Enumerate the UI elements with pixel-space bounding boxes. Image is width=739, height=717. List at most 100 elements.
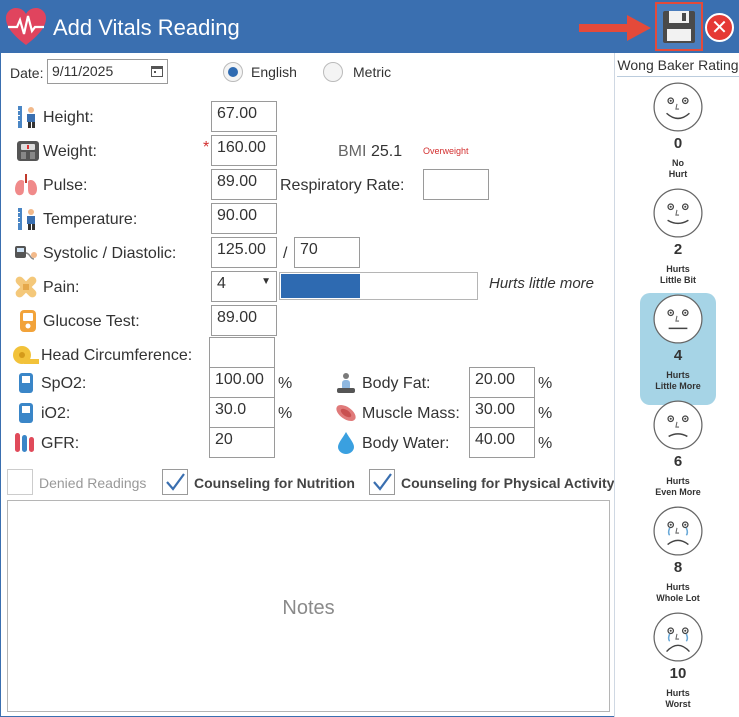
thermometer-person-icon: [18, 208, 35, 230]
check-icon: [166, 473, 185, 491]
height-field[interactable]: 67.00: [211, 101, 277, 132]
tape-measure-icon: [13, 346, 39, 364]
wong-baker-panel: Wong Baker Rating 0 No Hurt 2 Hurts Little …: [614, 53, 739, 717]
face-8-icon: [653, 506, 703, 556]
chevron-down-icon: ▼: [261, 276, 271, 287]
face-value: 2: [673, 241, 683, 258]
scale-icon: [17, 141, 39, 161]
english-radio[interactable]: [223, 62, 243, 82]
denied-readings-checkbox[interactable]: [7, 469, 33, 495]
required-marker: *: [203, 139, 210, 156]
person-measure-icon: [18, 106, 35, 128]
pain-description: Hurts little more: [489, 275, 595, 292]
close-icon: ✕: [711, 17, 728, 39]
english-label: English: [251, 64, 297, 80]
notes-textarea[interactable]: Notes: [7, 500, 610, 712]
face-value: 4: [673, 347, 683, 364]
physical-activity-label: Counseling for Physical Activity: [401, 475, 615, 491]
metric-radio[interactable]: [323, 62, 343, 82]
bmi-label: BMI: [338, 143, 367, 160]
face-value: 8: [673, 559, 683, 576]
nutrition-label: Counseling for Nutrition: [194, 475, 355, 491]
title-bar: Add Vitals Reading ✕: [1, 1, 738, 53]
glucose-label: Glucose Test:: [43, 313, 140, 330]
spo2-field[interactable]: 100.00: [209, 367, 275, 398]
denied-readings-label: Denied Readings: [39, 475, 147, 491]
water-drop-icon: [338, 432, 354, 454]
wong-baker-face-4[interactable]: 4 Hurts Little More: [640, 293, 716, 405]
calendar-icon: [151, 66, 163, 77]
gfr-field[interactable]: 20: [209, 427, 275, 458]
muscle-mass-unit: %: [538, 405, 553, 422]
pain-select[interactable]: 4 ▼: [211, 271, 277, 302]
oxygen-meter-icon: [19, 403, 33, 423]
head-circumference-label: Head Circumference:: [41, 347, 193, 364]
wong-baker-face-0[interactable]: 0 No Hurt: [640, 81, 716, 193]
pain-label: Pain:: [43, 279, 80, 296]
pain-level-fill: [281, 274, 360, 298]
wong-baker-face-2[interactable]: 2 Hurts Little Bit: [640, 187, 716, 299]
face-4-icon: [653, 294, 703, 344]
arrow-right-icon: [579, 15, 651, 41]
glucose-field[interactable]: 89.00: [211, 305, 277, 336]
bmi-status: Overweight: [423, 146, 469, 156]
body-fat-unit: %: [538, 375, 553, 392]
body-fat-label: Body Fat:: [362, 375, 431, 392]
face-label: Hurts Little Bit: [660, 264, 696, 285]
face-2-icon: [653, 188, 703, 238]
bandage-icon: [15, 276, 37, 298]
wong-baker-face-8[interactable]: 8 Hurts Whole Lot: [640, 505, 716, 617]
check-icon: [373, 473, 392, 491]
muscle-mass-field[interactable]: 30.00: [469, 397, 535, 428]
face-6-icon: [653, 400, 703, 450]
window-title: Add Vitals Reading: [53, 15, 240, 40]
pulse-field[interactable]: 89.00: [211, 169, 277, 200]
wong-baker-title: Wong Baker Rating: [617, 57, 739, 77]
weight-field[interactable]: 160.00: [211, 135, 277, 166]
temperature-label: Temperature:: [43, 211, 138, 228]
face-value: 0: [673, 135, 683, 152]
io2-field[interactable]: 30.0: [209, 397, 275, 428]
spo2-unit: %: [278, 375, 293, 392]
respiratory-label: Respiratory Rate:: [280, 177, 405, 194]
gfr-label: GFR:: [41, 435, 80, 452]
date-label: Date:: [10, 65, 44, 81]
weight-label: Weight:: [43, 143, 97, 160]
bp-label: Systolic / Diastolic:: [43, 245, 177, 262]
bmi-value: 25.1: [371, 143, 403, 160]
notes-placeholder: Notes: [282, 597, 335, 619]
blood-pressure-icon: [15, 246, 37, 260]
temperature-field[interactable]: 90.00: [211, 203, 277, 234]
test-tubes-icon: [15, 433, 34, 452]
respiratory-field[interactable]: [423, 169, 489, 200]
save-button[interactable]: [655, 2, 703, 51]
head-circumference-field[interactable]: [209, 337, 275, 368]
body-water-field[interactable]: 40.00: [469, 427, 535, 458]
close-button[interactable]: ✕: [705, 13, 734, 42]
height-label: Height:: [43, 109, 94, 126]
face-label: Hurts Whole Lot: [656, 582, 700, 603]
io2-unit: %: [278, 405, 293, 422]
lungs-icon: [15, 174, 37, 196]
nutrition-checkbox[interactable]: [162, 469, 188, 495]
date-value: 9/11/2025: [52, 63, 114, 79]
wong-baker-face-6[interactable]: 6 Hurts Even More: [640, 399, 716, 511]
vitals-form: Date: 9/11/2025 English Metric Height: 6…: [1, 53, 614, 717]
physical-activity-checkbox[interactable]: [369, 469, 395, 495]
body-water-unit: %: [538, 435, 553, 452]
face-0-icon: [653, 82, 703, 132]
diastolic-field[interactable]: 70: [294, 237, 360, 268]
heart-pulse-icon: [6, 8, 46, 45]
pulse-label: Pulse:: [43, 177, 88, 194]
date-field[interactable]: 9/11/2025: [47, 59, 168, 84]
face-label: Hurts Even More: [655, 476, 701, 497]
wong-baker-face-10[interactable]: 10 Hurts Worst: [640, 611, 716, 717]
spo2-label: SpO2:: [41, 375, 87, 392]
face-label: No Hurt: [668, 158, 688, 179]
body-fat-field[interactable]: 20.00: [469, 367, 535, 398]
glucose-meter-icon: [20, 310, 36, 332]
oximeter-icon: [19, 373, 33, 393]
systolic-field[interactable]: 125.00: [211, 237, 277, 268]
body-water-label: Body Water:: [362, 435, 450, 452]
face-value: 10: [669, 665, 687, 682]
